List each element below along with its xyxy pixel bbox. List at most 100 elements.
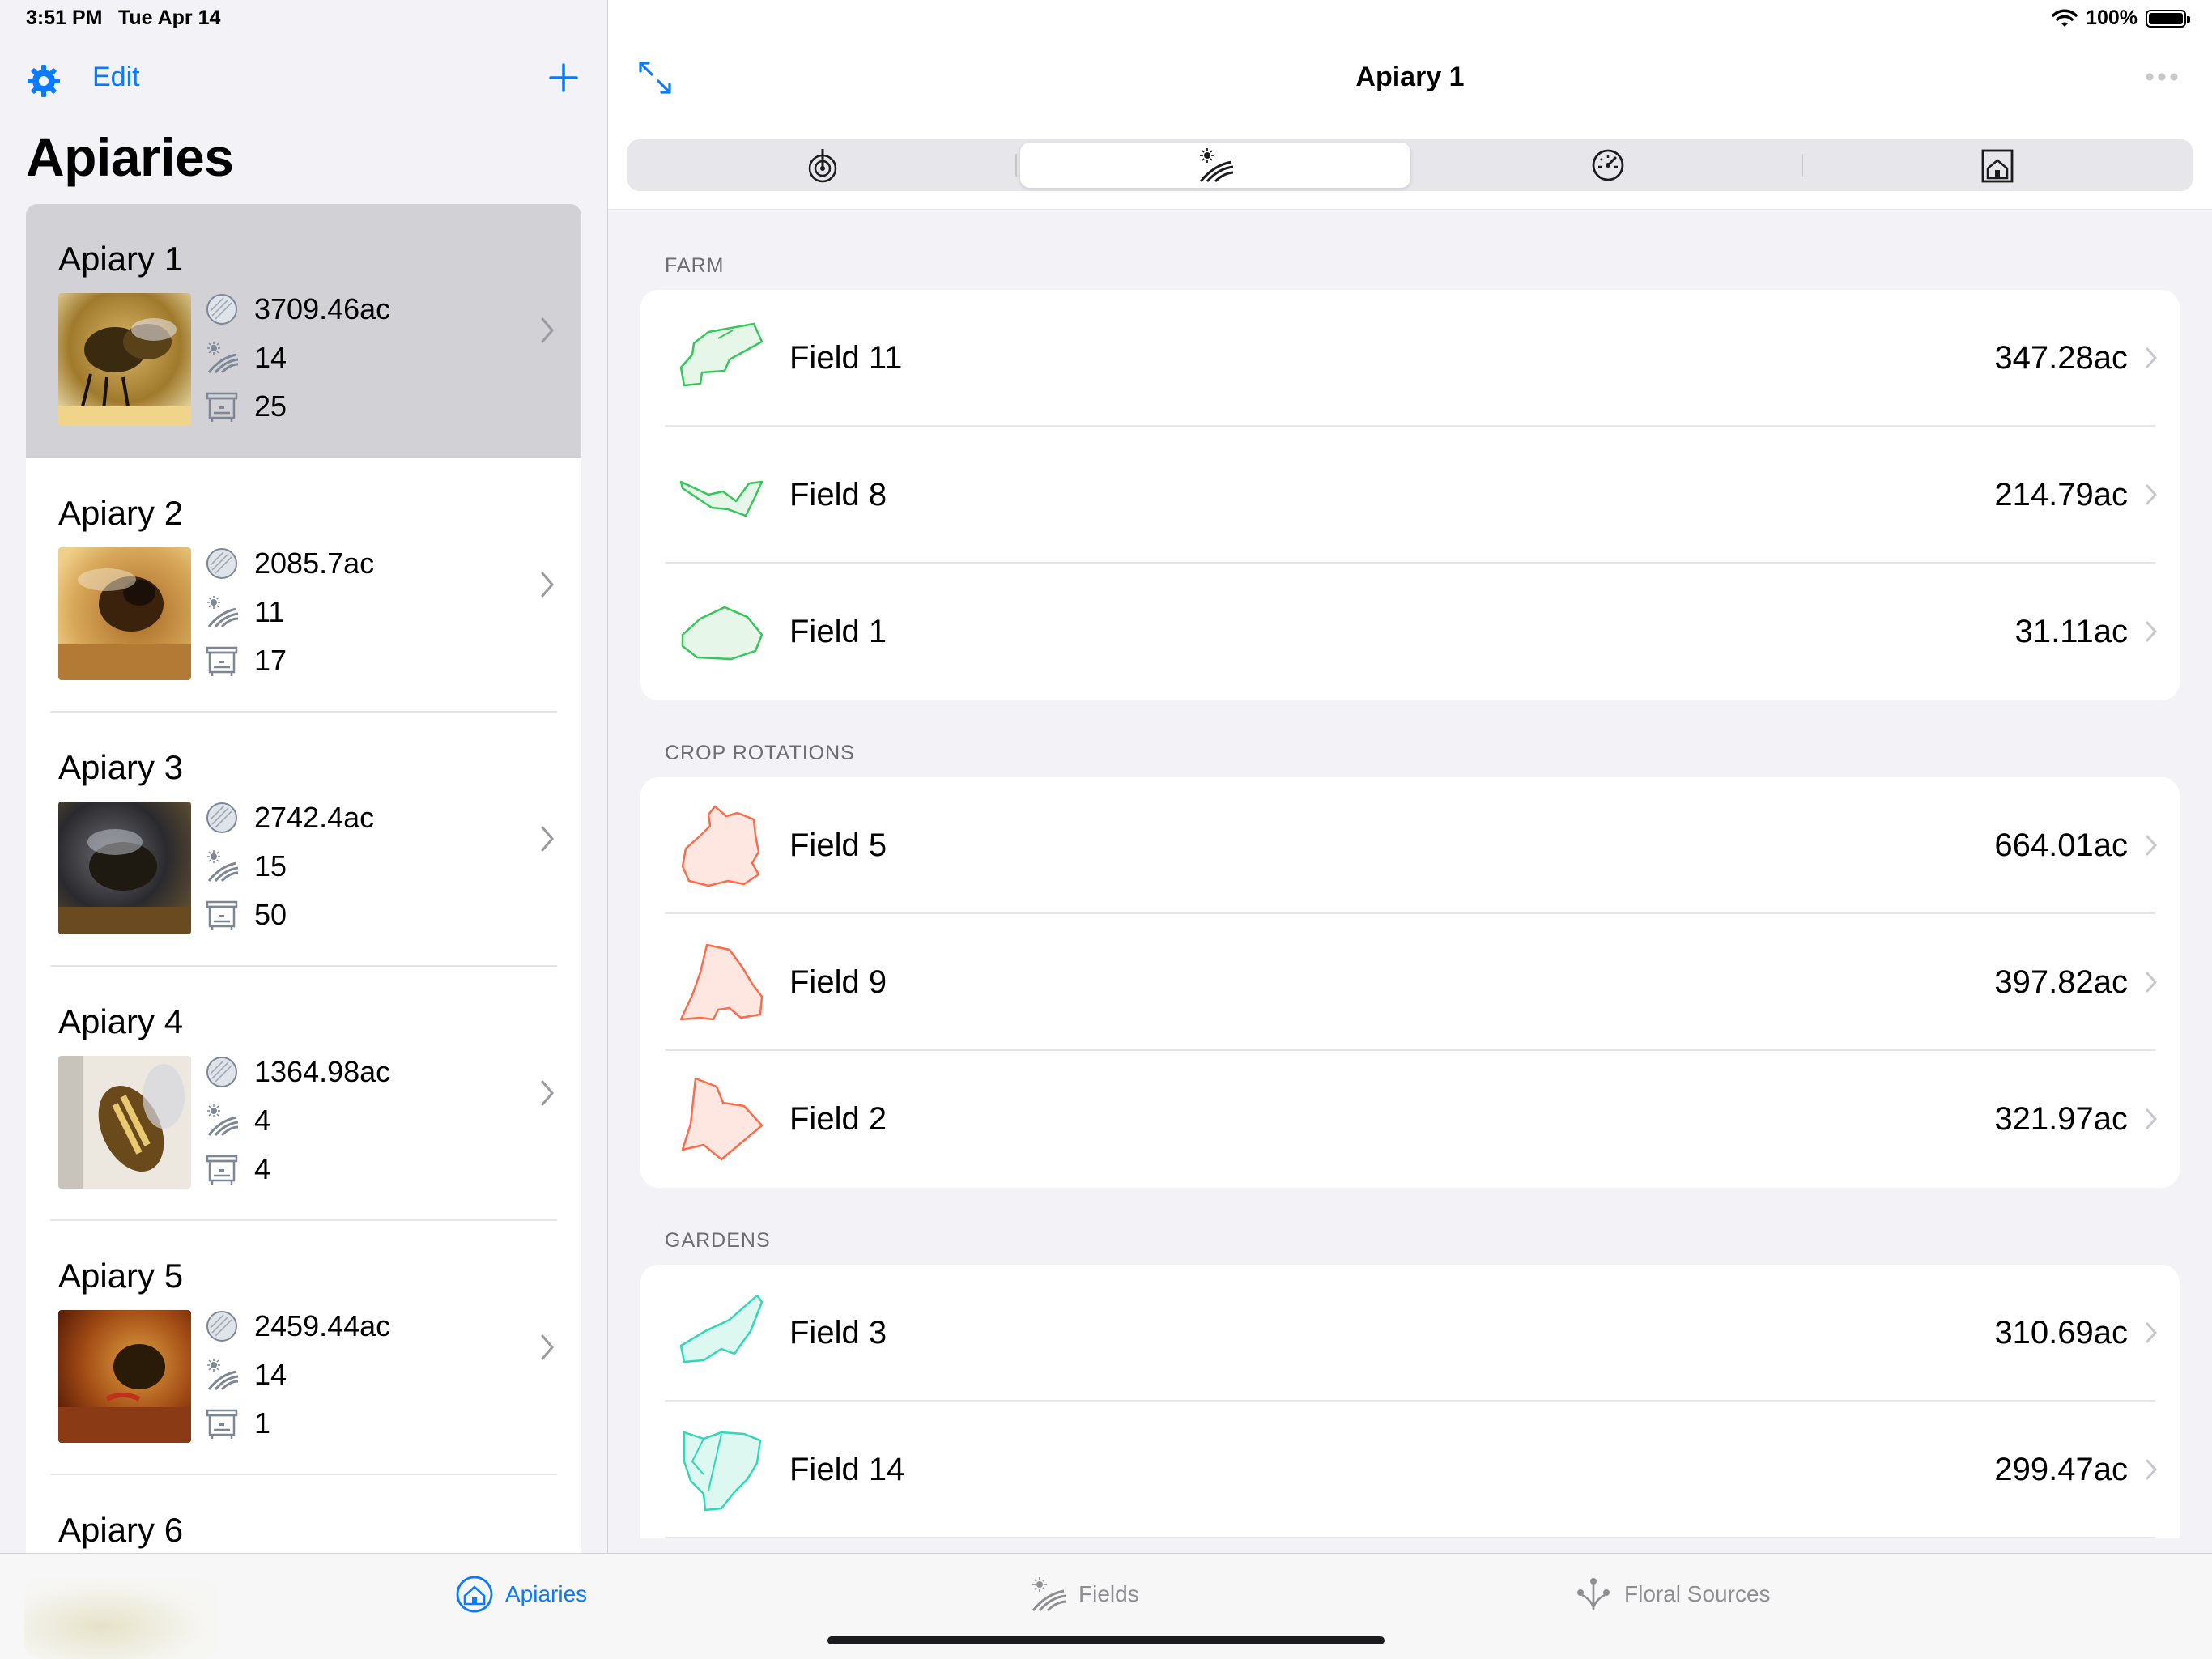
apiary-fields: 4 [204, 1103, 270, 1138]
apiary-name: Apiary 2 [58, 494, 184, 532]
home-indicator[interactable] [827, 1636, 1385, 1644]
apiary-name: Apiary 3 [58, 748, 184, 786]
apiary-hives: 50 [204, 897, 287, 933]
field-icon [207, 1104, 239, 1137]
apiary-area-value: 2742.4ac [254, 801, 375, 834]
tab-bar: Apiaries Fields Floral Sources [0, 1553, 2212, 1659]
apiary-name: Apiary 5 [58, 1257, 184, 1295]
chevron-right-icon [2146, 1459, 2158, 1480]
field-shape-icon [683, 1431, 762, 1512]
chevron-right-icon [2146, 1108, 2158, 1129]
more-icon[interactable] [2144, 71, 2180, 83]
apiary-area-value: 2085.7ac [254, 547, 375, 580]
hive-box-icon [206, 1409, 238, 1439]
divider [665, 1537, 2155, 1538]
tab-apiaries[interactable]: Apiaries [455, 1575, 587, 1614]
apiary-item[interactable]: Apiary 1 3709.46ac 14 25 [26, 204, 581, 458]
chevron-right-icon [541, 572, 554, 598]
field-shape-icon [681, 1077, 764, 1161]
chevron-right-icon [541, 317, 554, 343]
apiary-item[interactable]: Apiary 4 1364.98ac 4 4 [26, 967, 581, 1221]
field-row[interactable]: Field 9 397.82ac [640, 914, 2180, 1051]
field-row[interactable]: Field 5 664.01ac [640, 777, 2180, 914]
segment-radar[interactable] [627, 139, 1018, 191]
apiary-hives: 1 [204, 1406, 270, 1441]
area-circle-icon [206, 548, 237, 579]
field-row[interactable]: Field 14 299.47ac [640, 1402, 2180, 1538]
field-icon [207, 1359, 239, 1391]
detail-title: Apiary 1 [1355, 62, 1465, 92]
hive-house-icon [456, 1576, 493, 1613]
field-icon [207, 596, 239, 628]
area-circle-icon [206, 1311, 237, 1342]
apiary-area-value: 3709.46ac [254, 292, 391, 325]
apiary-item[interactable]: Apiary 5 2459.44ac 14 1 [26, 1221, 581, 1475]
field-name: Field 11 [789, 340, 903, 376]
status-bar: 3:51 PM Tue Apr 14 100% [0, 0, 2212, 40]
chevron-right-icon [541, 1334, 554, 1360]
apiary-photo [58, 802, 191, 934]
section-title-crop-rotations: CROP ROTATIONS [665, 742, 855, 764]
field-name: Field 2 [789, 1101, 887, 1137]
field-area: 31.11ac [2014, 614, 2128, 649]
tab-fields-label: Fields [1078, 1581, 1139, 1606]
apiary-item[interactable]: Apiary 3 2742.4ac 15 50 [26, 713, 581, 967]
apiary-name: Apiary 1 [58, 240, 184, 278]
chevron-right-icon [541, 826, 554, 852]
gear-icon[interactable] [26, 63, 62, 99]
apiary-item[interactable]: Apiary 6 [26, 1475, 581, 1553]
apiary-area: 2085.7ac [204, 546, 374, 581]
section-group-gardens: Field 3 310.69ac Field 14 299.47ac [640, 1265, 2180, 1538]
apiary-item[interactable]: Apiary 2 2085.7ac 11 17 [26, 458, 581, 713]
battery-icon [2146, 9, 2190, 28]
tab-fields[interactable]: Fields [1028, 1575, 1139, 1614]
field-area: 347.28ac [1994, 340, 2128, 376]
tab-apiaries-label: Apiaries [505, 1581, 588, 1606]
add-apiary-button[interactable] [546, 60, 581, 96]
apiary-photo [58, 547, 191, 680]
apiary-hives-value: 50 [254, 898, 287, 931]
radar-icon [808, 149, 836, 183]
apiary-photo [58, 293, 191, 426]
apiary-hives: 25 [204, 389, 287, 424]
field-row[interactable]: Field 11 347.28ac [640, 290, 2180, 427]
gauge-icon [1592, 149, 1624, 181]
field-icon [1032, 1577, 1066, 1612]
field-row[interactable]: Field 1 31.11ac [640, 564, 2180, 700]
hive-box-icon [206, 646, 238, 676]
tab-floral-sources[interactable]: Floral Sources [1574, 1575, 1771, 1614]
apiary-hives-value: 17 [254, 644, 287, 677]
chevron-right-icon [2146, 621, 2158, 642]
field-name: Field 8 [789, 477, 887, 513]
edit-button[interactable]: Edit [92, 62, 140, 93]
battery-percent: 100% [2086, 6, 2138, 29]
segment-fields[interactable] [1020, 143, 1410, 188]
field-name: Field 1 [789, 614, 887, 649]
apiary-area: 1364.98ac [204, 1054, 390, 1090]
field-name: Field 5 [789, 827, 887, 863]
status-date: Tue Apr 14 [118, 6, 221, 29]
chevron-right-icon [2146, 1322, 2158, 1343]
apiary-area: 2742.4ac [204, 800, 374, 836]
section-title-gardens: GARDENS [665, 1229, 771, 1252]
field-row[interactable]: Field 2 321.97ac [640, 1051, 2180, 1188]
status-right: 100% [2052, 6, 2190, 30]
hive-box-icon [206, 900, 238, 930]
section-group-crop-rotations: Field 5 664.01ac Field 9 397.82ac Field … [640, 777, 2180, 1188]
field-shape-icon [679, 480, 764, 517]
segment-hive[interactable] [1803, 139, 2193, 191]
field-shape-icon [679, 322, 764, 387]
apiary-fields: 11 [204, 594, 284, 630]
apiary-hives-value: 1 [254, 1406, 271, 1440]
field-row[interactable]: Field 3 310.69ac [640, 1265, 2180, 1402]
section-title-farm: FARM [665, 254, 725, 277]
apiary-fields-value: 11 [254, 595, 285, 628]
field-name: Field 3 [789, 1315, 887, 1351]
field-shape-icon [679, 1294, 764, 1363]
area-circle-icon [206, 802, 237, 833]
apiary-name: Apiary 6 [58, 1511, 184, 1549]
hive-box-icon [206, 1155, 238, 1185]
field-row[interactable]: Field 8 214.79ac [640, 427, 2180, 564]
segment-divider [1015, 154, 1018, 177]
segment-gauge[interactable] [1414, 139, 1803, 191]
